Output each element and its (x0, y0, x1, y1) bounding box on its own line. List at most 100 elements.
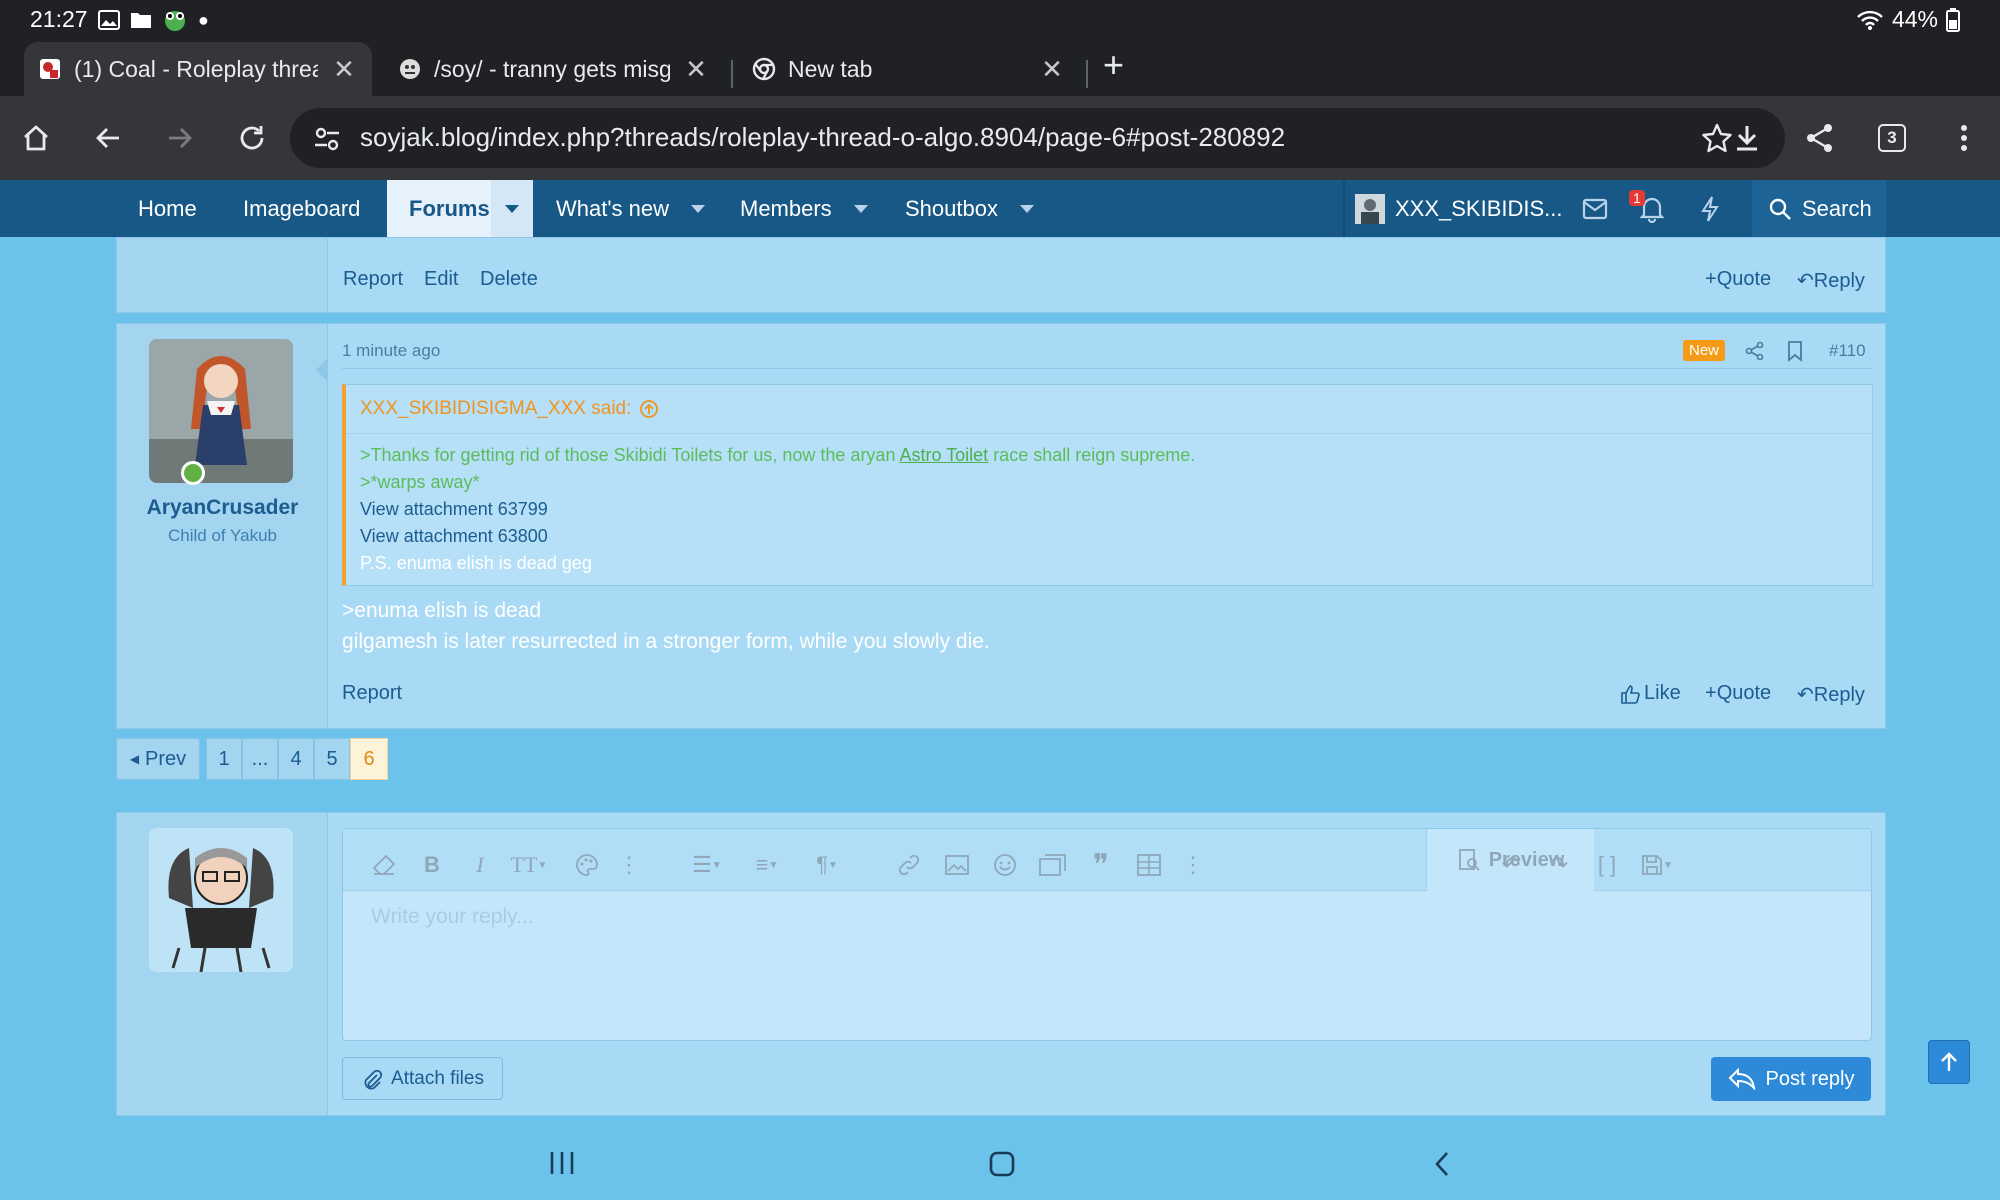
reply-link[interactable]: ↶Reply (1797, 268, 1865, 293)
link-icon[interactable] (892, 848, 926, 882)
nav-members[interactable]: Members (740, 180, 868, 237)
reload-icon[interactable] (230, 116, 274, 160)
tab-soy[interactable]: /soy/ - tranny gets misge ✕ (384, 42, 724, 96)
color-palette-icon[interactable] (570, 848, 604, 882)
nav-inbox-icon[interactable] (1582, 180, 1608, 237)
share-icon[interactable] (1745, 341, 1765, 361)
quote-header[interactable]: XXX_SKIBIDISIGMA_XXX said: (360, 398, 659, 420)
pagination-prev[interactable]: ◀ Prev (116, 738, 200, 780)
forums-dropdown-caret[interactable] (491, 180, 533, 237)
tab-switcher-button[interactable]: 3 (1870, 116, 1914, 160)
bookmark-icon[interactable] (1787, 340, 1803, 362)
nav-home[interactable]: Home (138, 180, 197, 237)
gallery-icon (98, 10, 120, 30)
bbcode-toggle-icon[interactable]: [ ] (1590, 848, 1624, 882)
list-icon[interactable]: ☰ ▼ (684, 848, 730, 882)
post-reply-button[interactable]: Post reply (1711, 1057, 1871, 1101)
page-5[interactable]: 5 (314, 738, 350, 780)
media-icon[interactable] (1036, 848, 1070, 882)
tab-title: (1) Coal - Roleplay thread (74, 55, 318, 82)
shoutbox-caret[interactable] (1019, 204, 1034, 213)
image-icon[interactable] (940, 848, 974, 882)
download-icon[interactable] (1725, 116, 1769, 160)
attachment-link-2[interactable]: View attachment 63800 (360, 526, 548, 547)
address-bar[interactable]: soyjak.blog/index.php?threads/roleplay-t… (290, 108, 1785, 168)
more-options-icon-2[interactable]: ⋮ (1176, 848, 1210, 882)
share-icon[interactable] (1798, 116, 1842, 160)
members-caret[interactable] (853, 204, 868, 213)
url-text[interactable]: soyjak.blog/index.php?threads/roleplay-t… (360, 122, 1285, 153)
battery-level: 44% (1891, 6, 1938, 32)
eraser-icon[interactable] (367, 848, 401, 882)
attach-files-button[interactable]: Attach files (342, 1057, 503, 1100)
jump-up-arrow-icon[interactable] (639, 399, 659, 419)
system-back-icon[interactable] (1432, 1150, 1452, 1183)
current-user-avatar[interactable] (149, 828, 293, 972)
new-tab-plus-icon[interactable]: + (1103, 44, 1124, 86)
page-6-current[interactable]: 6 (350, 738, 388, 780)
post-number[interactable]: #110 (1829, 341, 1866, 361)
post-time[interactable]: 1 minute ago (342, 341, 440, 361)
recent-apps-icon[interactable] (548, 1150, 576, 1181)
post-author-name[interactable]: AryanCrusader (117, 496, 328, 520)
nav-user-account[interactable]: XXX_SKIBIDIS... (1355, 180, 1563, 237)
page-4[interactable]: 4 (278, 738, 314, 780)
drafts-icon[interactable]: ▼ (1634, 848, 1680, 882)
page-ellipsis[interactable]: ... (242, 738, 278, 780)
whats-new-caret[interactable] (691, 204, 706, 213)
nav-search[interactable]: Search (1752, 180, 1886, 237)
nav-shoutbox[interactable]: Shoutbox (905, 180, 1034, 237)
quote-link[interactable]: +Quote (1705, 682, 1771, 705)
edit-link[interactable]: Edit (424, 268, 458, 291)
nav-forums[interactable]: Forums (387, 180, 533, 237)
page-1[interactable]: 1 (206, 738, 242, 780)
attachment-link-1[interactable]: View attachment 63799 (360, 499, 548, 520)
nav-whats-new-label: What's new (556, 195, 670, 221)
report-link[interactable]: Report (343, 268, 403, 291)
previous-post: Report Edit Delete +Quote ↶Reply (116, 237, 1886, 313)
reply-link[interactable]: ↶Reply (1797, 682, 1865, 707)
close-icon[interactable]: ✕ (1038, 54, 1066, 85)
quote-label: Quote (1716, 682, 1772, 704)
site-settings-icon[interactable] (312, 124, 342, 154)
redo-icon[interactable]: ↷ (1542, 848, 1576, 882)
more-options-icon[interactable]: ⋮ (612, 848, 646, 882)
back-arrow-icon[interactable] (86, 116, 130, 160)
home-button-icon[interactable] (988, 1150, 1016, 1183)
forward-arrow-icon[interactable] (158, 116, 202, 160)
undo-icon[interactable]: ↶ (1494, 848, 1528, 882)
avatar[interactable] (149, 339, 293, 483)
report-link[interactable]: Report (342, 682, 402, 705)
nav-imageboard[interactable]: Imageboard (243, 180, 360, 237)
text-size-icon[interactable]: TT ▼ (506, 848, 552, 882)
italic-icon[interactable]: I (463, 848, 497, 882)
nav-username: XXX_SKIBIDIS... (1395, 195, 1563, 221)
home-icon[interactable] (14, 116, 58, 160)
dot-icon: ● (198, 9, 209, 30)
like-link[interactable]: Like (1620, 682, 1681, 705)
quote-line-2: >*warps away* (360, 472, 480, 492)
nav-whats-new[interactable]: What's new (556, 180, 706, 237)
tab-coal-roleplay[interactable]: (1) Coal - Roleplay thread ✕ (24, 42, 372, 96)
align-icon[interactable]: ≡ ▼ (744, 848, 790, 882)
reply-textarea[interactable]: Write your reply... (371, 905, 534, 929)
paragraph-icon[interactable]: ¶ ▼ (804, 848, 850, 882)
scroll-to-top-button[interactable] (1928, 1040, 1970, 1084)
tab-title: New tab (788, 55, 873, 82)
close-icon[interactable]: ✕ (330, 54, 358, 85)
nav-alerts-bell-icon[interactable]: 1 (1629, 180, 1666, 237)
tab-new-tab[interactable]: New tab ✕ (738, 42, 1080, 96)
quote-link[interactable]: +Quote (1705, 268, 1771, 291)
delete-link[interactable]: Delete (480, 268, 538, 291)
quote-line-1: >Thanks for getting rid of those Skibidi… (360, 445, 1195, 466)
more-menu-icon[interactable] (1942, 116, 1986, 160)
table-icon[interactable] (1132, 848, 1166, 882)
nav-whats-new-bolt-icon[interactable] (1700, 180, 1720, 237)
reply-arrow-icon (1728, 1068, 1755, 1090)
close-icon[interactable]: ✕ (682, 54, 710, 85)
astro-toilet-link[interactable]: Astro Toilet (899, 445, 988, 465)
bold-icon[interactable]: B (415, 848, 449, 882)
smiley-icon[interactable] (988, 848, 1022, 882)
search-icon (1769, 198, 1791, 220)
quote-block-icon[interactable]: ❞ (1084, 848, 1118, 882)
